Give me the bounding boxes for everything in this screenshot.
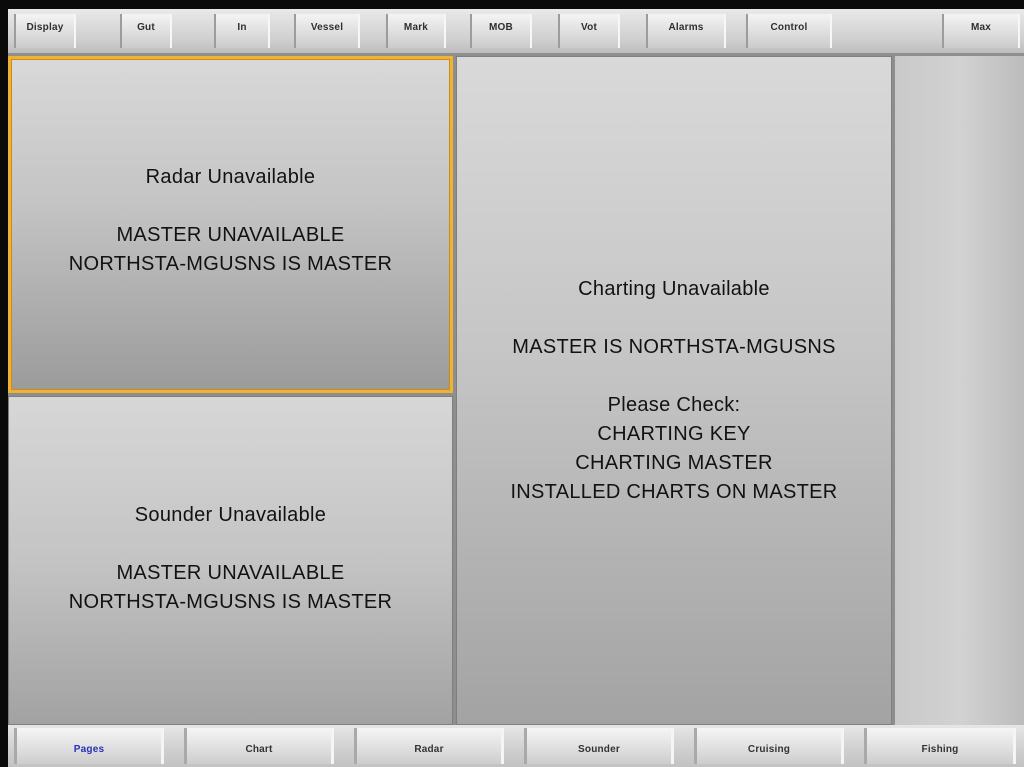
content-area: Radar Unavailable MASTER UNAVAILABLE NOR… <box>8 53 1024 725</box>
radar-title: Radar Unavailable <box>145 166 316 188</box>
nav-pages-button[interactable]: Pages <box>14 728 164 764</box>
radar-status-line-2: NORTHSTA-MGUSNS IS MASTER <box>68 253 393 275</box>
charting-master-status: MASTER IS NORTHSTA-MGUSNS <box>512 336 836 358</box>
tab-control[interactable]: Control <box>746 14 832 48</box>
tab-mob[interactable]: MOB <box>470 14 532 48</box>
nav-fishing-button[interactable]: Fishing <box>864 728 1016 764</box>
radar-pane[interactable]: Radar Unavailable MASTER UNAVAILABLE NOR… <box>8 56 453 393</box>
charting-check-item: CHARTING MASTER <box>575 452 773 474</box>
sounder-pane[interactable]: Sounder Unavailable MASTER UNAVAILABLE N… <box>8 396 453 725</box>
tab-mark[interactable]: Mark <box>386 14 446 48</box>
tab-alarms[interactable]: Alarms <box>646 14 726 48</box>
display-screen: Display Gut In Vessel Mark MOB Vot Alarm… <box>0 0 1024 767</box>
tab-vessel[interactable]: Vessel <box>294 14 360 48</box>
tab-vot[interactable]: Vot <box>558 14 620 48</box>
tab-gut[interactable]: Gut <box>120 14 172 48</box>
nav-chart-button[interactable]: Chart <box>184 728 334 764</box>
charting-check-item: INSTALLED CHARTS ON MASTER <box>510 481 838 503</box>
radar-status-line-1: MASTER UNAVAILABLE <box>116 224 345 246</box>
charting-title: Charting Unavailable <box>578 278 770 300</box>
bottom-nav-bar: Pages Chart Radar Sounder Cruising Fishi… <box>8 725 1024 767</box>
charting-check-heading: Please Check: <box>607 394 741 416</box>
tab-max[interactable]: Max <box>942 14 1020 48</box>
charting-pane[interactable]: Charting Unavailable MASTER IS NORTHSTA-… <box>456 56 892 725</box>
tab-display[interactable]: Display <box>14 14 76 48</box>
tab-in[interactable]: In <box>214 14 270 48</box>
sounder-status-line-1: MASTER UNAVAILABLE <box>116 562 345 584</box>
nav-radar-button[interactable]: Radar <box>354 728 504 764</box>
sounder-status-line-2: NORTHSTA-MGUSNS IS MASTER <box>68 591 393 613</box>
top-tab-bar: Display Gut In Vessel Mark MOB Vot Alarm… <box>8 9 1024 53</box>
nav-sounder-button[interactable]: Sounder <box>524 728 674 764</box>
nav-cruising-button[interactable]: Cruising <box>694 728 844 764</box>
sounder-title: Sounder Unavailable <box>134 504 327 526</box>
side-panel <box>895 56 1024 725</box>
charting-check-item: CHARTING KEY <box>597 423 751 445</box>
